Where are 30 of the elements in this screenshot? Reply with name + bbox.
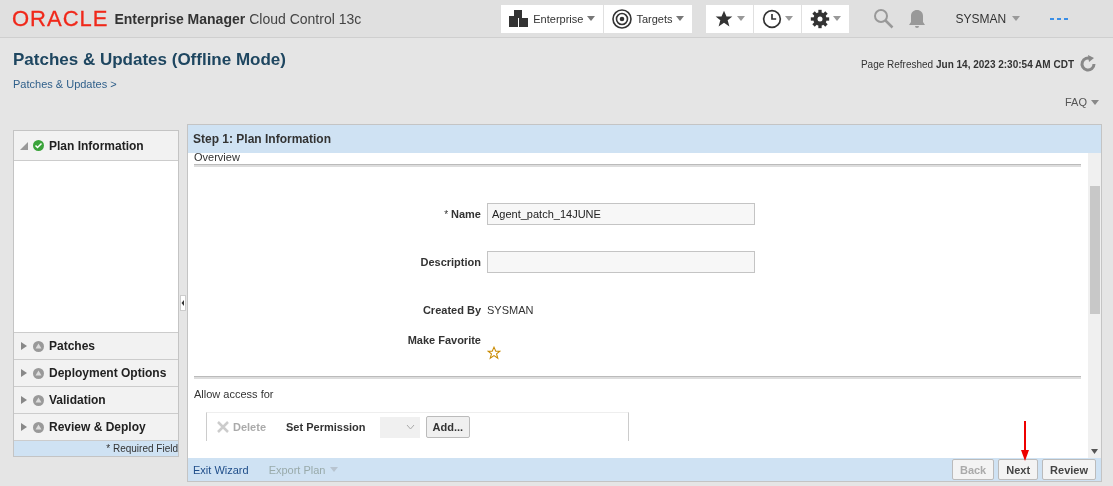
text-field[interactable]: Agent_patch_14JUNE <box>487 203 755 225</box>
required-note: * Required Field <box>106 443 178 454</box>
product-edition: Cloud Control 13c <box>249 10 362 27</box>
field-label: Make Favorite <box>406 334 482 346</box>
section-header: Overview <box>194 153 241 162</box>
user-menu[interactable]: SYSMAN <box>949 10 1027 27</box>
nav-menu[interactable]: Targets <box>604 4 693 33</box>
field-label: Description <box>419 256 482 268</box>
add-button[interactable]: Add... <box>425 416 471 438</box>
section-header: Allow access for <box>194 388 275 400</box>
field-label: * Name <box>443 208 482 220</box>
breadcrumb-link[interactable]: Patches & Updates > <box>13 78 117 124</box>
product-name: Enterprise Manager <box>114 10 246 27</box>
train-step[interactable]: Patches <box>14 333 178 360</box>
step-title: Step 1: Plan Information <box>188 125 1101 153</box>
nav-menu[interactable]: Enterprise <box>501 4 604 33</box>
train-step[interactable]: Deployment Options <box>14 360 178 387</box>
logo: ORACLE <box>12 5 109 32</box>
page-title: Patches & Updates (Offline Mode) <box>13 50 286 71</box>
field-label: Created By <box>421 304 482 316</box>
footer-link[interactable]: Exit Wizard <box>193 463 249 476</box>
faq-menu[interactable]: FAQ <box>1065 96 1099 108</box>
train-step[interactable]: Validation <box>14 387 178 414</box>
train-step[interactable]: Review & Deploy <box>14 414 178 441</box>
field-value: SYSMAN <box>487 304 534 316</box>
wizard-button[interactable]: Next <box>998 459 1039 480</box>
wizard-button[interactable]: Review <box>1042 459 1096 480</box>
permission-label: Set Permission <box>286 421 366 433</box>
refresh-status: Page Refreshed Jun 14, 2023 2:30:54 AM CDT <box>860 58 1074 70</box>
train-step[interactable]: Plan Information <box>14 131 178 161</box>
